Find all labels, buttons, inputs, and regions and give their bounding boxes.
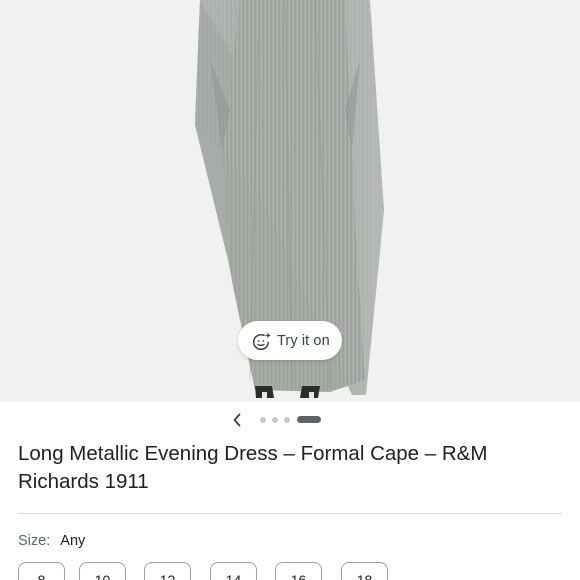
- size-chip[interactable]: 16: [275, 562, 322, 580]
- size-chip[interactable]: 8: [18, 562, 65, 580]
- product-title: Long Metallic Evening Dress – Formal Cap…: [18, 442, 488, 493]
- carousel-dot[interactable]: [284, 417, 290, 423]
- carousel-dot[interactable]: [260, 417, 266, 423]
- size-options: 8 10 12 14 16 18: [18, 562, 578, 580]
- size-chip[interactable]: 12: [144, 562, 191, 580]
- carousel-dot[interactable]: [272, 417, 278, 423]
- size-filter: Size: Any: [18, 533, 85, 549]
- carousel-pager: [0, 408, 580, 432]
- divider: [18, 513, 562, 514]
- try-it-on-label: Try it on: [277, 332, 330, 349]
- size-label: Size:: [18, 533, 51, 549]
- size-chip[interactable]: 18: [341, 562, 388, 580]
- size-chip[interactable]: 14: [210, 562, 257, 580]
- size-value: Any: [60, 533, 86, 549]
- carousel-dot-active[interactable]: [297, 416, 321, 423]
- face-sparkle-icon: [252, 331, 272, 351]
- product-image-carousel[interactable]: Try it on: [0, 0, 580, 402]
- previous-image-button[interactable]: [228, 410, 246, 430]
- chevron-left-icon: [233, 413, 241, 427]
- try-it-on-button[interactable]: Try it on: [238, 321, 342, 360]
- size-chip[interactable]: 10: [79, 562, 126, 580]
